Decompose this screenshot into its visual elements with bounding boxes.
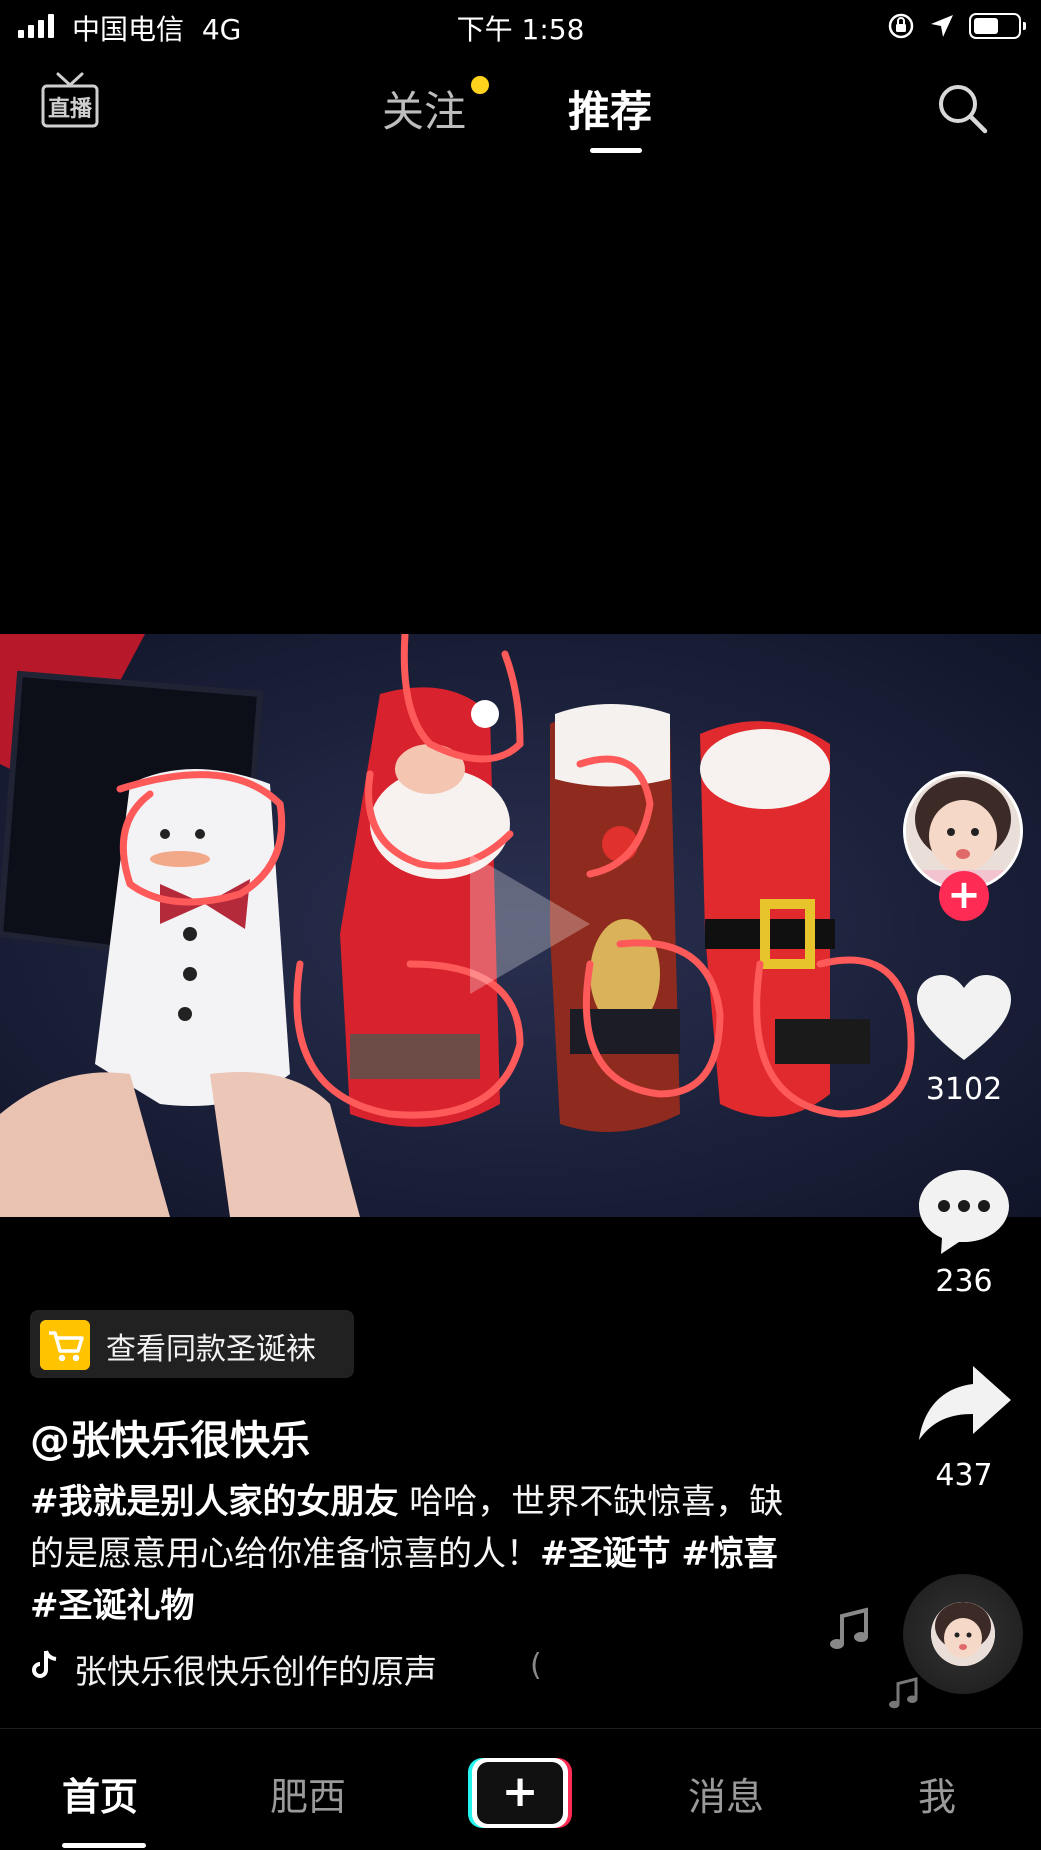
share-arrow-icon[interactable] xyxy=(913,1362,1015,1444)
notification-dot xyxy=(471,76,489,94)
tabbar-divider xyxy=(0,1728,1041,1729)
music-note-icon xyxy=(889,1677,918,1709)
battery-icon xyxy=(969,13,1026,39)
search-icon[interactable] xyxy=(934,80,990,136)
video-description: #我就是别人家的女朋友 哈哈，世界不缺惊喜，缺的是愿意用心给你准备惊喜的人！#圣… xyxy=(30,1476,800,1632)
comment-bubble-icon[interactable] xyxy=(913,1166,1015,1258)
hashtag[interactable]: #我就是别人家的女朋友 xyxy=(30,1482,399,1522)
christmas-socks-video xyxy=(0,634,1041,1217)
tab-me[interactable]: 我 xyxy=(918,1766,956,1821)
tab-follow[interactable]: 关注 xyxy=(382,78,466,139)
active-home-indicator xyxy=(62,1843,146,1848)
hashtag[interactable]: #惊喜 xyxy=(681,1534,778,1574)
music-disc-avatar xyxy=(931,1602,995,1666)
tab-messages[interactable]: 消息 xyxy=(688,1766,764,1821)
svg-text:直播: 直播 xyxy=(48,96,93,122)
tiktok-note-icon xyxy=(32,1650,57,1678)
orientation-lock-icon xyxy=(888,13,914,39)
like-heart-icon[interactable] xyxy=(913,972,1015,1064)
active-tab-indicator xyxy=(590,148,642,153)
tab-home[interactable]: 首页 xyxy=(62,1766,138,1821)
like-count: 3102 xyxy=(925,1072,1003,1107)
share-count: 437 xyxy=(935,1458,993,1493)
live-broadcast-icon[interactable]: 直播 xyxy=(40,70,100,130)
hashtag[interactable]: #圣诞节 xyxy=(540,1534,671,1574)
status-time: 下午 1:58 xyxy=(456,13,585,46)
add-video-button[interactable]: + xyxy=(468,1758,572,1828)
music-title-tail: ( xyxy=(530,1648,542,1683)
tab-feisi[interactable]: 肥西 xyxy=(270,1766,346,1821)
author-name[interactable]: @张快乐很快乐 xyxy=(30,1408,310,1466)
follow-button[interactable]: + xyxy=(939,871,989,921)
status-bar: 中国电信 4G 下午 1:58 xyxy=(0,0,1041,52)
comment-count: 236 xyxy=(935,1264,993,1299)
add-icon: + xyxy=(502,1766,539,1817)
shopping-cart-icon xyxy=(40,1320,90,1370)
location-arrow-icon xyxy=(931,15,953,37)
music-note-icon xyxy=(830,1607,868,1649)
music-title[interactable]: 张快乐很快乐创作的原声 xyxy=(74,1645,437,1693)
video-player[interactable] xyxy=(0,634,1041,1217)
tab-recommend[interactable]: 推荐 xyxy=(568,78,652,139)
shop-label[interactable]: 查看同款圣诞袜 xyxy=(106,1324,316,1368)
hashtag[interactable]: #圣诞礼物 xyxy=(30,1586,195,1626)
